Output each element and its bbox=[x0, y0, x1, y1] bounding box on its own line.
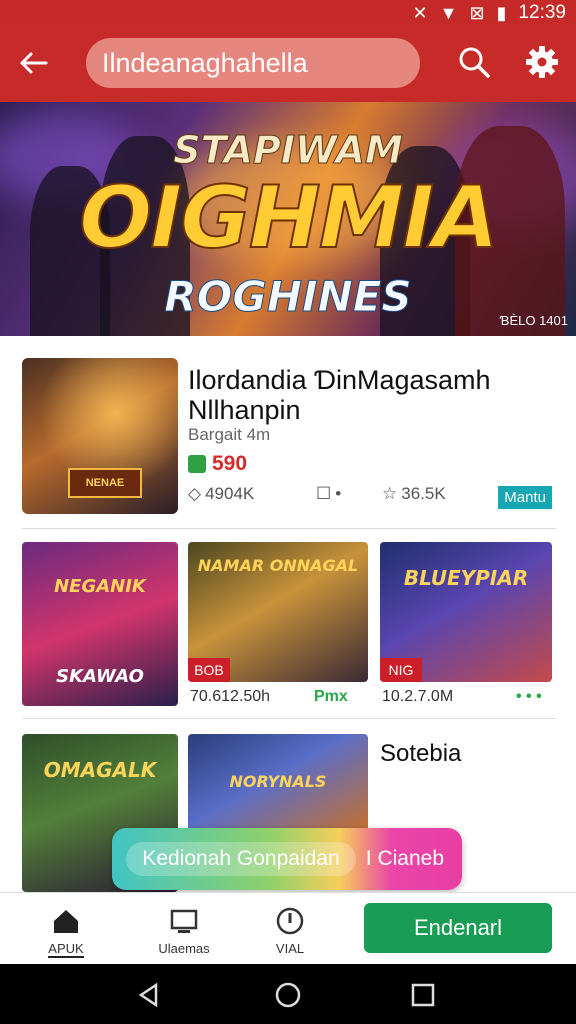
comment-stat[interactable]: ☐ • bbox=[316, 484, 341, 504]
nav-item-home[interactable]: APUK bbox=[26, 905, 106, 958]
tile-meta: 70.612.50h bbox=[190, 688, 271, 705]
status-time: 12:39 bbox=[518, 2, 566, 23]
alert-circle-icon bbox=[276, 907, 304, 935]
more-icon[interactable]: • • • bbox=[516, 688, 542, 706]
recents-square-icon[interactable] bbox=[410, 982, 436, 1008]
section-title[interactable]: Sotebia bbox=[380, 740, 461, 768]
system-nav-bar bbox=[0, 964, 576, 1024]
game-tile-3[interactable]: BLUEYPIAR NIG bbox=[380, 542, 552, 682]
like-stat[interactable]: ◇ 4904K bbox=[188, 484, 254, 504]
price: 590 bbox=[212, 452, 248, 475]
tile-meta: Pmx bbox=[314, 688, 348, 705]
home-circle-icon[interactable] bbox=[275, 982, 301, 1008]
hero-caption: ƁЀLO 1401 bbox=[499, 313, 568, 328]
star-stat[interactable]: ☆ 36.5K bbox=[382, 484, 446, 504]
promo-right-button[interactable]: I Cianeb bbox=[366, 842, 444, 876]
featured-stats: ◇ 4904K ☐ • ☆ 36.5K Mantu bbox=[188, 484, 552, 510]
price-row: 590 bbox=[188, 452, 247, 476]
battery-icon: ▮ bbox=[496, 2, 507, 23]
app-bar: Ilndeanaghahella bbox=[0, 24, 576, 102]
tile-tag: BOB bbox=[188, 658, 230, 682]
price-icon bbox=[188, 455, 206, 473]
settings-icon[interactable] bbox=[522, 42, 562, 82]
game-tile-1[interactable]: NEGANIK SKAWAO bbox=[22, 542, 178, 706]
cta-button[interactable]: Endenarl bbox=[364, 903, 552, 953]
mute-icon: ✕ bbox=[412, 2, 428, 23]
promo-banner[interactable]: Kedionah Gonpaidan I Cianeb bbox=[112, 828, 462, 890]
star-icon: ☆ bbox=[382, 484, 398, 503]
game-tile-5[interactable]: NORYNALS bbox=[188, 734, 368, 834]
no-sim-icon: ⊠ bbox=[469, 2, 485, 23]
featured-badge[interactable]: Mantu bbox=[498, 486, 552, 509]
featured-thumbnail[interactable]: NENAE bbox=[22, 358, 178, 514]
hero-title-main: OIGHMIA bbox=[78, 167, 500, 269]
monitor-icon bbox=[170, 909, 198, 933]
wifi-icon: ▼ bbox=[439, 2, 458, 23]
status-bar: ✕ ▼ ⊠ ▮ 12:39 bbox=[0, 0, 576, 24]
divider bbox=[22, 718, 556, 719]
checkbox-icon: ☐ bbox=[316, 484, 332, 503]
featured-title[interactable]: Ilordandia ƊinMagasamh Nllhanpin bbox=[188, 365, 558, 425]
thumbs-up-icon: ◇ bbox=[188, 484, 202, 503]
featured-subtitle: Bargait 4m bbox=[188, 425, 271, 444]
hero-banner[interactable]: STAPIWAM OIGHMIA ROGHINES ƁЀLO 1401 bbox=[0, 102, 576, 336]
search-icon[interactable] bbox=[454, 42, 494, 82]
back-triangle-icon[interactable] bbox=[136, 982, 162, 1008]
hero-title-bottom: ROGHINES bbox=[164, 272, 412, 322]
nav-item-library[interactable]: Ulaemas bbox=[144, 905, 224, 956]
bottom-nav: APUK Ulaemas VIAL Endenarl bbox=[0, 892, 576, 965]
search-input[interactable]: Ilndeanaghahella bbox=[86, 38, 420, 88]
nav-item-vial[interactable]: VIAL bbox=[250, 905, 330, 956]
tile-tag: NIG bbox=[380, 658, 422, 682]
status-icons: ✕ ▼ ⊠ ▮ 12:39 bbox=[413, 2, 566, 24]
divider bbox=[22, 528, 556, 529]
promo-left-button[interactable]: Kedionah Gonpaidan bbox=[126, 842, 356, 876]
home-icon bbox=[54, 910, 78, 933]
back-arrow-icon[interactable] bbox=[16, 46, 50, 80]
tile-meta: 10.2.7.0M bbox=[382, 688, 454, 705]
game-tile-2[interactable]: NAMAR ONNAGAL BOB bbox=[188, 542, 368, 682]
hero-title-top: STAPIWAM bbox=[173, 128, 404, 173]
